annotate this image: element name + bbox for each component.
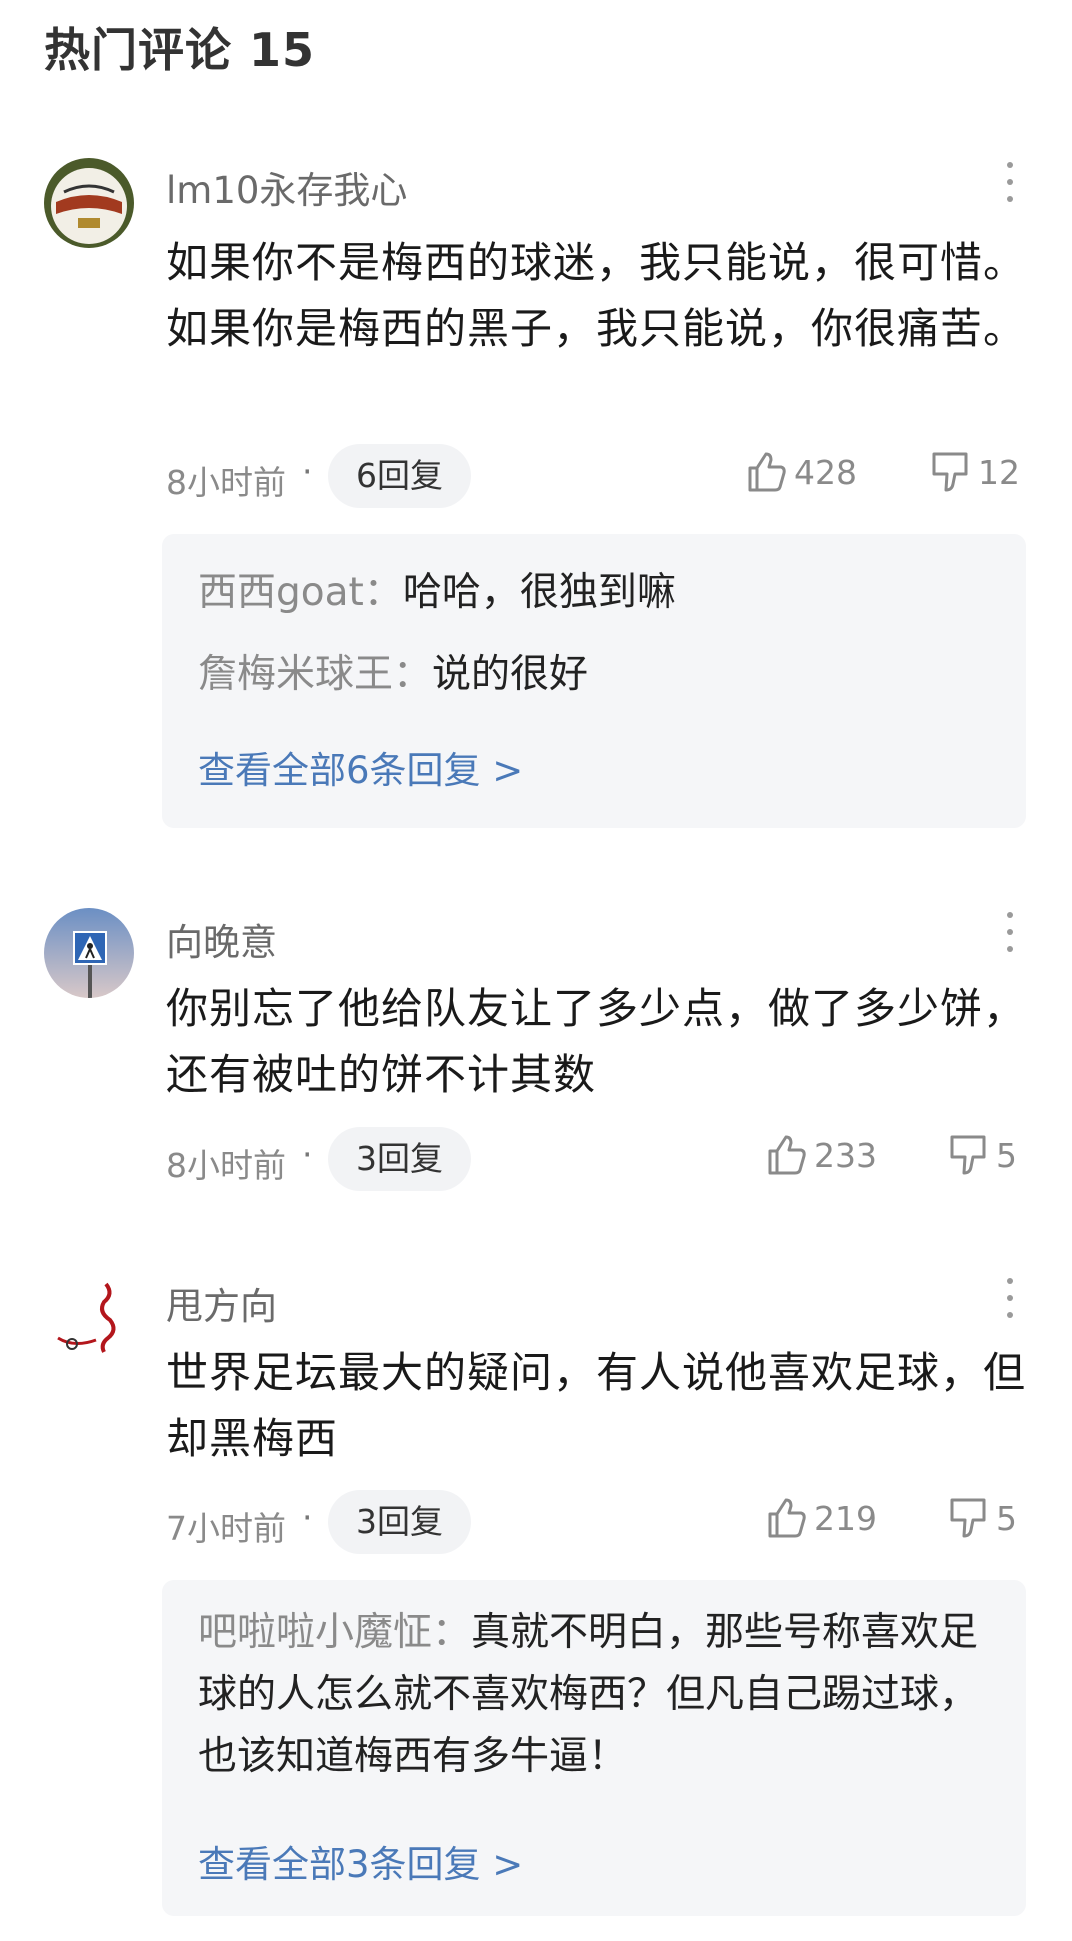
reply-author[interactable]: 吧啦啦小魔怔：: [198, 1610, 471, 1655]
reply-author[interactable]: 詹梅米球王：: [198, 652, 432, 697]
like-button[interactable]: 233: [764, 1133, 877, 1177]
separator-dot: ·: [302, 1135, 313, 1174]
dislike-count: 5: [996, 1135, 1017, 1175]
reply-count-button[interactable]: 6回复: [328, 444, 471, 508]
thumb-up-icon: [768, 1498, 806, 1538]
dislike-button[interactable]: 5: [946, 1133, 1017, 1177]
thumb-up-icon: [768, 1135, 806, 1175]
username[interactable]: lm10永存我心: [166, 160, 407, 214]
comment-meta: 8小时前 · 6回复 428 12: [166, 444, 1028, 508]
comment-time: 7小时前: [166, 1509, 286, 1548]
comment-text: 你别忘了他给队友让了多少点，做了多少饼，还有被吐的饼不计其数: [166, 984, 1027, 1099]
reply-count-button[interactable]: 3回复: [328, 1127, 471, 1191]
like-count: 428: [794, 452, 857, 492]
reply-count-button[interactable]: 3回复: [328, 1490, 471, 1554]
avatar[interactable]: [44, 158, 134, 248]
reply-item[interactable]: 西西goat：哈哈，很独到嘛: [198, 562, 990, 624]
separator-dot: ·: [302, 452, 313, 491]
reply-preview-box: 吧啦啦小魔怔：真就不明白，那些号称喜欢足球的人怎么就不喜欢梅西？但凡自己踢过球，…: [162, 1580, 1026, 1916]
more-vertical-icon[interactable]: [1000, 912, 1020, 952]
avatar[interactable]: [44, 908, 134, 998]
username[interactable]: 甩方向: [166, 1276, 277, 1330]
comment-meta: 7小时前 · 3回复 219 5: [166, 1490, 1028, 1554]
dislike-button[interactable]: 5: [946, 1496, 1017, 1540]
like-button[interactable]: 428: [744, 450, 857, 494]
section-title: 热门评论 15: [44, 23, 316, 77]
comment-time: 8小时前: [166, 1146, 286, 1185]
avatar[interactable]: [44, 1272, 134, 1362]
comment-meta: 8小时前 · 3回复 233 5: [166, 1127, 1028, 1191]
comment-time: 8小时前: [166, 463, 286, 502]
like-count: 219: [814, 1498, 877, 1538]
reply-item[interactable]: 吧啦啦小魔怔：真就不明白，那些号称喜欢足球的人怎么就不喜欢梅西？但凡自己踢过球，…: [198, 1602, 990, 1788]
comment-text: 世界足坛最大的疑问，有人说他喜欢足球，但却黑梅西: [166, 1348, 1027, 1463]
view-all-replies-link[interactable]: 查看全部3条回复 >: [198, 1834, 523, 1888]
like-button[interactable]: 219: [764, 1496, 877, 1540]
dislike-count: 5: [996, 1498, 1017, 1538]
thumb-down-icon: [950, 1498, 986, 1538]
dislike-count: 12: [978, 452, 1020, 492]
reply-author[interactable]: 西西goat：: [198, 570, 403, 615]
reply-text: 说的很好: [432, 652, 589, 697]
like-count: 233: [814, 1135, 877, 1175]
reply-item[interactable]: 詹梅米球王：说的很好: [198, 644, 990, 706]
more-vertical-icon[interactable]: [1000, 162, 1020, 202]
thumb-down-icon: [932, 452, 968, 492]
reply-text: 哈哈，很独到嘛: [402, 570, 676, 615]
more-vertical-icon[interactable]: [1000, 1278, 1020, 1318]
username[interactable]: 向晚意: [166, 912, 277, 966]
view-all-replies-link[interactable]: 查看全部6条回复 >: [198, 740, 523, 794]
reply-preview-box: 西西goat：哈哈，很独到嘛 詹梅米球王：说的很好 查看全部6条回复 >: [162, 534, 1026, 828]
dislike-button[interactable]: 12: [928, 450, 1020, 494]
thumb-down-icon: [950, 1135, 986, 1175]
thumb-up-icon: [748, 452, 786, 492]
separator-dot: ·: [302, 1498, 313, 1537]
comment-text: 如果你不是梅西的球迷，我只能说，很可惜。如果你是梅西的黑子，我只能说，你很痛苦。: [166, 238, 1027, 353]
